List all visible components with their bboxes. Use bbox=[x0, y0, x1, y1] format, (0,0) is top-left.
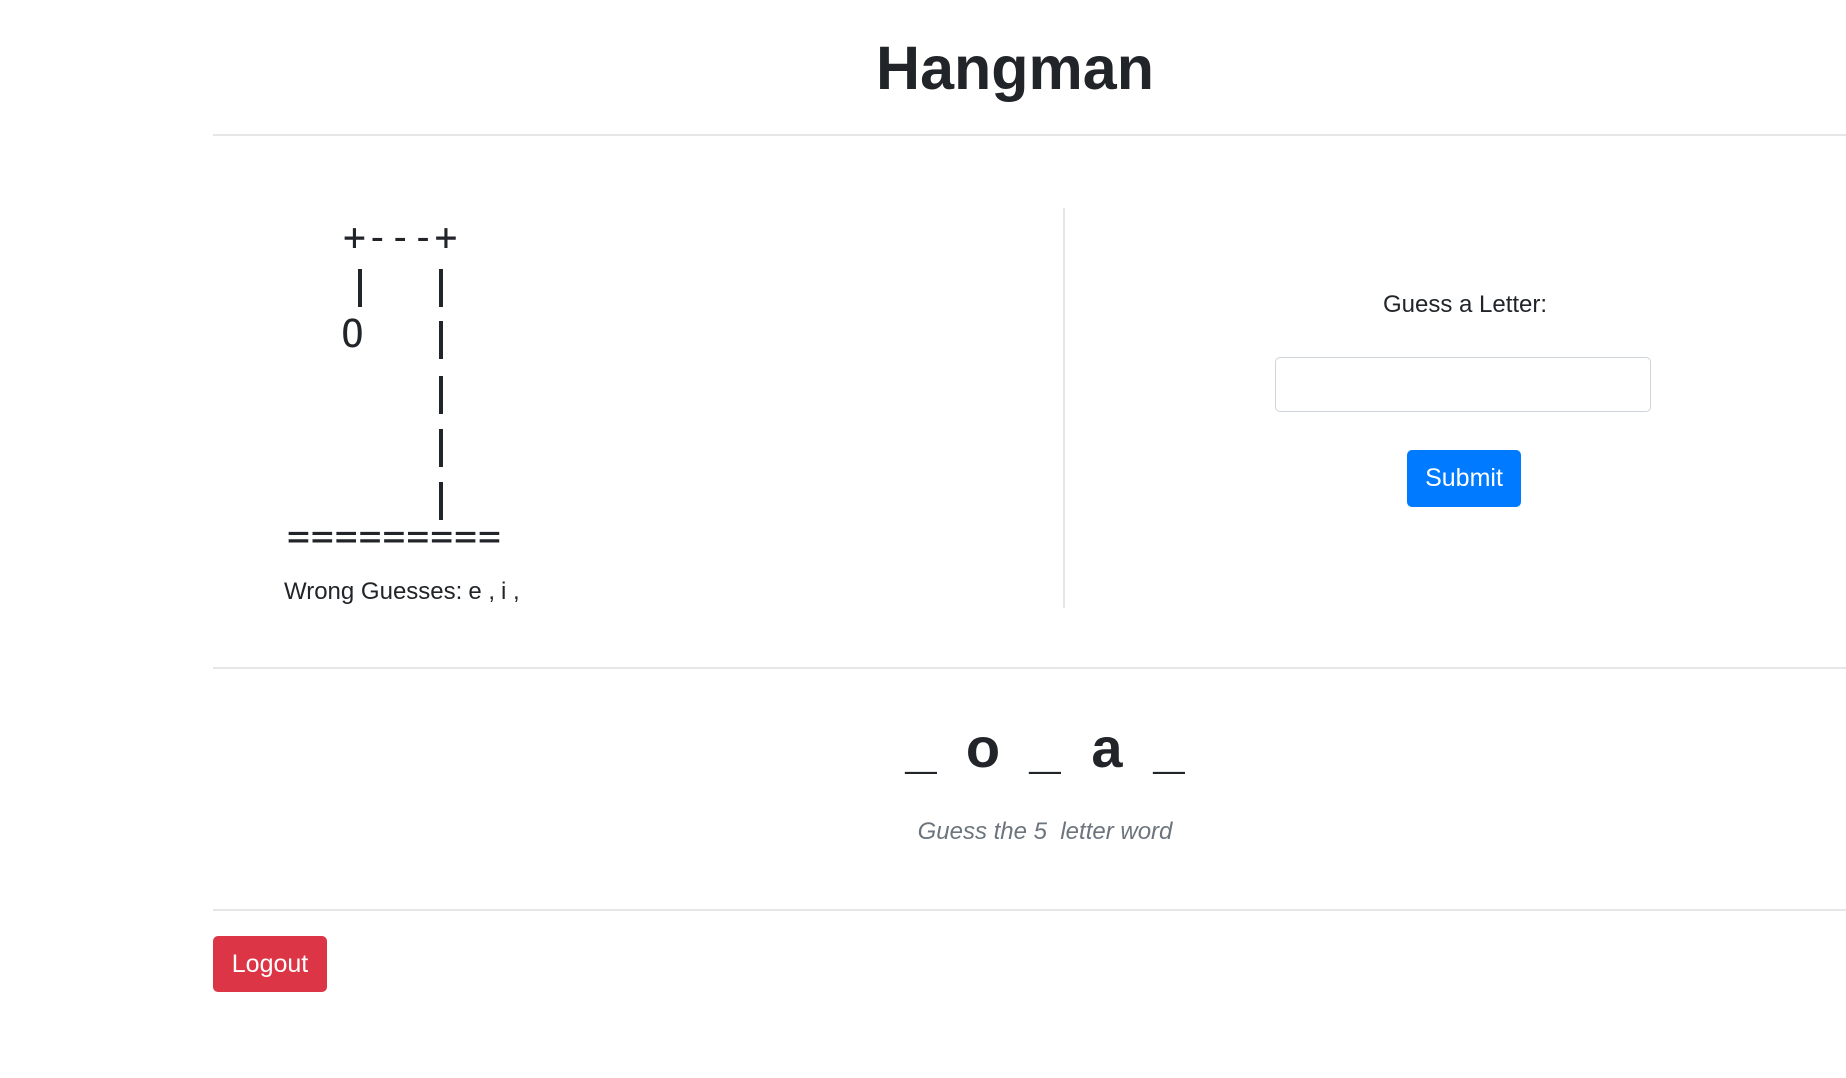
gallows-post-segment bbox=[439, 376, 443, 414]
gallows-top-beam: +---+ bbox=[343, 215, 458, 259]
column-divider bbox=[1063, 208, 1065, 608]
header-divider bbox=[213, 134, 1846, 136]
submit-button[interactable]: Submit bbox=[1407, 450, 1521, 507]
page-title: Hangman bbox=[876, 34, 1154, 102]
word-character: _ bbox=[1029, 716, 1061, 779]
word-character: _ bbox=[905, 716, 937, 779]
guess-letter-input[interactable] bbox=[1275, 357, 1651, 412]
footer-divider bbox=[213, 909, 1846, 911]
wrong-guesses-label: Wrong Guesses: bbox=[284, 578, 463, 605]
hangman-drawing: +---+ O ========= bbox=[283, 211, 563, 571]
wrong-guess-letter: i , bbox=[501, 578, 520, 605]
gallows-post-segment bbox=[439, 429, 443, 467]
wrong-guess-letter: e , bbox=[468, 578, 495, 605]
guess-label: Guess a Letter: bbox=[1382, 291, 1548, 318]
gallows-rope bbox=[358, 269, 362, 307]
wrong-guesses: Wrong Guesses: e , i , bbox=[284, 577, 526, 607]
gallows-post-segment bbox=[439, 321, 443, 359]
word-character: a bbox=[1091, 716, 1123, 779]
gallows-post-segment bbox=[439, 269, 443, 307]
word-hint: Guess the 5 letter word bbox=[917, 818, 1173, 845]
word-character: o bbox=[965, 716, 1001, 779]
word-display: _ o _ a _ bbox=[0, 716, 1846, 780]
section-divider bbox=[213, 667, 1846, 669]
word-character: _ bbox=[1153, 716, 1185, 779]
logout-button[interactable]: Logout bbox=[213, 936, 327, 992]
hangman-head: O bbox=[341, 312, 364, 356]
gallows-base: ========= bbox=[287, 514, 502, 558]
